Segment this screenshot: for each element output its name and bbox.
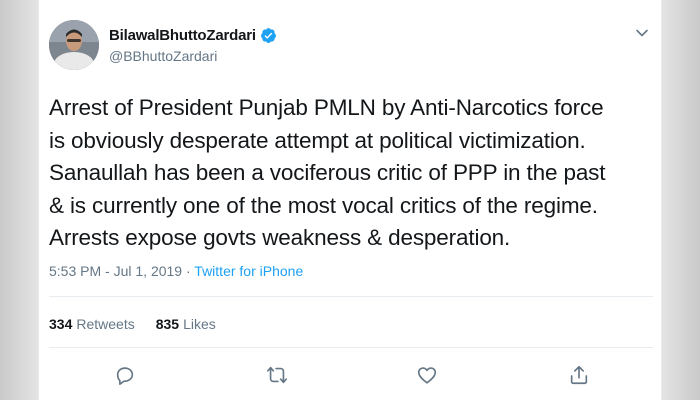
tweet-stats: 334 Retweets 835 Likes	[49, 316, 237, 332]
meta-separator: ·	[185, 263, 191, 279]
author-display-name[interactable]: BilawalBhuttoZardari	[109, 27, 256, 44]
likes-count: 835	[155, 316, 180, 332]
retweet-icon[interactable]	[265, 363, 289, 387]
tweet-text: Arrest of President Punjab PMLN by Anti-…	[49, 95, 606, 250]
chevron-down-icon[interactable]	[635, 26, 649, 40]
tweet-date[interactable]: Jul 1, 2019	[114, 263, 183, 279]
tweet-metadata: 5:53 PM - Jul 1, 2019 · Twitter for iPho…	[49, 263, 304, 279]
tweet-header: BilawalBhuttoZardari @BBhuttoZardari	[49, 20, 649, 72]
likes-stat[interactable]: 835 Likes	[156, 316, 216, 332]
tweet-source-link[interactable]: Twitter for iPhone	[194, 263, 303, 279]
author-handle[interactable]: @BBhuttoZardari	[109, 48, 277, 64]
retweets-count: 334	[49, 316, 73, 332]
retweets-stat[interactable]: 334 Retweets	[49, 316, 135, 332]
likes-label: Likes	[183, 316, 216, 332]
tweet-actions	[109, 363, 639, 387]
author-names: BilawalBhuttoZardari @BBhuttoZardari	[109, 25, 277, 64]
tweet-card: BilawalBhuttoZardari @BBhuttoZardari Arr…	[38, 0, 662, 400]
retweets-label: Retweets	[76, 316, 135, 332]
verified-badge-icon	[260, 27, 277, 44]
divider-bottom	[49, 347, 653, 348]
reply-icon[interactable]	[113, 363, 137, 387]
like-icon[interactable]	[415, 363, 439, 387]
divider-top	[49, 296, 653, 297]
share-icon[interactable]	[567, 363, 591, 387]
avatar[interactable]	[49, 20, 99, 70]
tweet-time[interactable]: 5:53 PM	[49, 263, 101, 279]
